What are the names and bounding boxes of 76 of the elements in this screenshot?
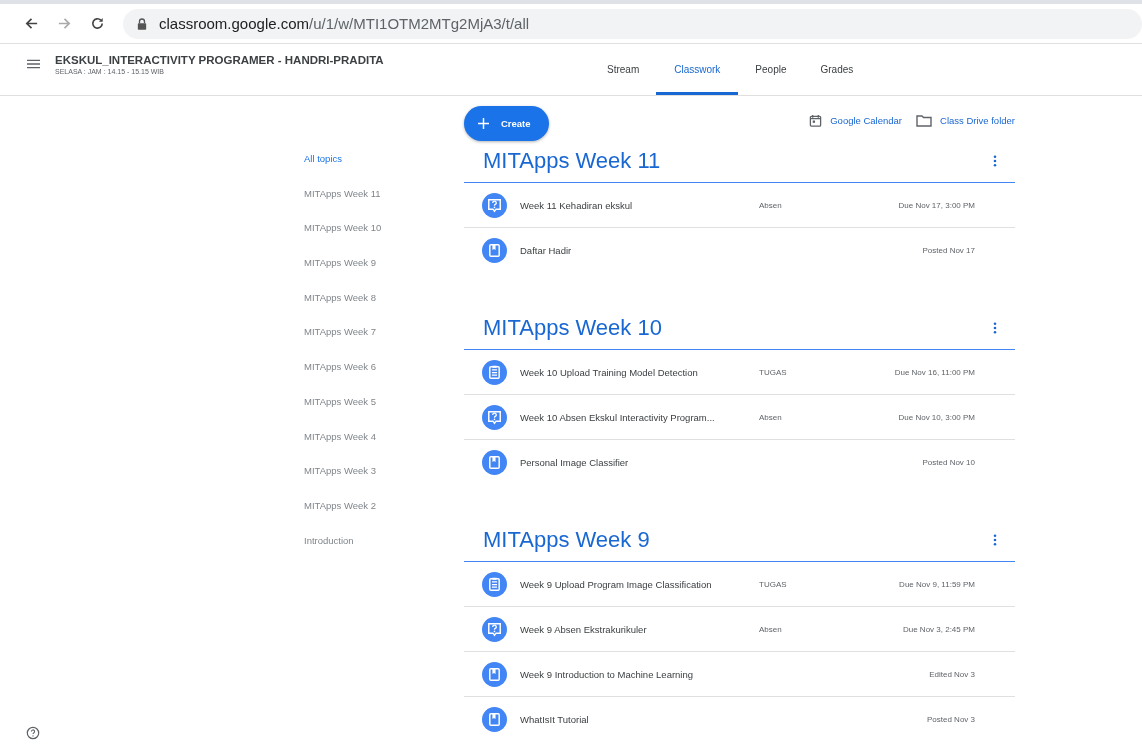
classwork-item[interactable]: Week 10 Absen Ekskul Interactivity Program... Absen Due Nov 10, 3:00 PM <box>464 395 1015 440</box>
topic-link[interactable]: MITApps Week 6 <box>304 360 464 395</box>
topic-link[interactable]: MITApps Week 5 <box>304 394 464 430</box>
address-bar[interactable]: classroom.google.com/u/1/w/MTI1OTM2MTg2MjA3/t/all <box>123 8 1142 39</box>
question-icon <box>482 616 507 642</box>
item-title: WhatIsIt Tutorial <box>520 713 590 725</box>
item-title: Week 11 Kehadiran ekskul <box>520 199 634 211</box>
classwork-item[interactable]: Personal Image Classifier Posted Nov 10 <box>464 440 1015 484</box>
item-date: Posted Nov 3 <box>926 714 975 724</box>
item-title: Personal Image Classifier <box>520 456 630 468</box>
item-title: Week 9 Upload Program Image Classification <box>520 578 713 590</box>
calendar-icon <box>809 114 823 127</box>
classwork-item[interactable]: Week 9 Absen Ekstrakurikuler Absen Due Nov 3, 2:45 PM <box>464 607 1015 652</box>
topic-link[interactable]: MITApps Week 8 <box>304 290 464 326</box>
classwork-item[interactable]: Week 9 Upload Program Image Classification TUGAS Due Nov 9, 11:59 PM <box>464 562 1015 607</box>
item-date: Due Nov 17, 3:00 PM <box>898 200 975 210</box>
topic-link[interactable]: Introduction <box>304 533 464 569</box>
topic-link[interactable]: MITApps Week 10 <box>304 221 464 257</box>
help-icon[interactable] <box>26 726 40 740</box>
tab[interactable]: People <box>738 44 804 95</box>
book-icon <box>482 706 507 732</box>
item-title: Daftar Hadir <box>520 244 573 256</box>
item-date: Due Nov 10, 3:00 PM <box>898 412 975 422</box>
item-title: Week 9 Absen Ekstrakurikuler <box>520 623 648 635</box>
item-category: TUGAS <box>759 579 787 589</box>
book-icon <box>482 449 507 475</box>
tab[interactable]: Grades <box>803 44 871 95</box>
item-category: TUGAS <box>759 367 787 377</box>
tab[interactable]: Stream <box>590 44 657 95</box>
item-date: Posted Nov 17 <box>922 245 975 255</box>
book-icon <box>482 661 507 687</box>
topic-link[interactable]: MITApps Week 3 <box>304 464 464 499</box>
create-button[interactable]: Create <box>464 105 549 141</box>
book-icon <box>482 237 507 263</box>
tab[interactable]: Classwork <box>656 44 739 95</box>
topic-link[interactable]: MITApps Week 7 <box>304 325 464 361</box>
item-title: Week 9 Introduction to Machine Learning <box>520 668 695 680</box>
item-date: Due Nov 3, 2:45 PM <box>902 624 975 634</box>
classwork-item[interactable]: WhatIsIt Tutorial Posted Nov 3 <box>464 697 1015 741</box>
item-date: Due Nov 16, 11:00 PM <box>894 367 975 377</box>
topic-heading: MITApps Week 11 <box>483 148 661 174</box>
topic-link[interactable]: All topics <box>304 152 464 187</box>
more-options-icon[interactable] <box>993 534 997 546</box>
folder-icon <box>916 114 933 127</box>
topic-heading: MITApps Week 9 <box>483 527 650 553</box>
clipboard-icon <box>482 359 507 385</box>
item-category: Absen <box>759 624 782 634</box>
more-options-icon[interactable] <box>993 155 997 167</box>
topic-link[interactable]: MITApps Week 4 <box>304 429 464 465</box>
item-title: Week 10 Upload Training Model Detection <box>520 366 699 378</box>
more-options-icon[interactable] <box>993 322 997 334</box>
topic-heading: MITApps Week 10 <box>483 315 662 341</box>
classwork-item[interactable]: Week 9 Introduction to Machine Learning Edited Nov 3 <box>464 652 1015 697</box>
topic-link[interactable]: MITApps Week 2 <box>304 498 464 534</box>
item-category: Absen <box>759 412 782 422</box>
item-date: Edited Nov 3 <box>929 669 975 679</box>
topic-link[interactable]: MITApps Week 11 <box>304 186 464 222</box>
item-category: Absen <box>759 200 782 210</box>
classwork-item[interactable]: Week 11 Kehadiran ekskul Absen Due Nov 17, 3:00 PM <box>464 183 1015 228</box>
menu-icon[interactable] <box>27 59 40 69</box>
item-date: Posted Nov 10 <box>922 457 975 467</box>
clipboard-icon <box>482 571 507 597</box>
classwork-item[interactable]: Week 10 Upload Training Model Detection TUGAS Due Nov 16, 11:00 PM <box>464 350 1015 395</box>
lock-icon <box>137 17 147 30</box>
back-icon[interactable] <box>24 16 39 31</box>
classwork-item[interactable]: Daftar Hadir Posted Nov 17 <box>464 228 1015 272</box>
item-date: Due Nov 9, 11:59 PM <box>899 579 975 589</box>
reload-icon[interactable] <box>90 16 105 31</box>
item-title: Week 10 Absen Ekskul Interactivity Program... <box>520 411 716 423</box>
question-icon <box>482 404 507 430</box>
plus-icon <box>478 117 489 129</box>
toolbar-link[interactable]: Class Drive folder <box>940 115 1015 126</box>
topic-link[interactable]: MITApps Week 9 <box>304 256 464 291</box>
toolbar-link[interactable]: Google Calendar <box>830 115 903 126</box>
class-title: EKSKUL_INTERACTIVITY PROGRAMER - HANDRI-PRADITA <box>55 53 384 66</box>
question-icon <box>482 192 507 218</box>
